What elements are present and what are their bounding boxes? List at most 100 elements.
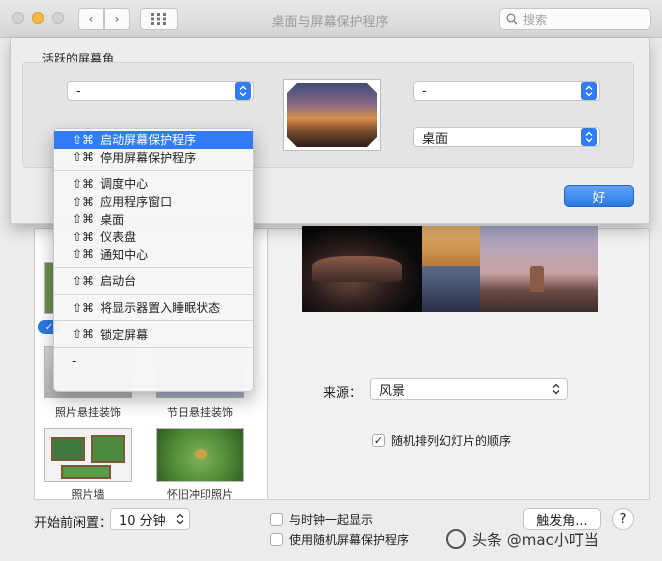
random-check-box[interactable] — [270, 533, 283, 546]
preview-butte-rock — [530, 266, 544, 292]
screensaver-preview — [302, 226, 598, 312]
bottom-right-corner-select[interactable]: 桌面 — [413, 127, 600, 147]
photo-wall-frame-a — [51, 437, 85, 461]
search-field[interactable]: 搜索 — [499, 8, 651, 30]
source-select[interactable]: 风景 — [370, 378, 568, 400]
updown-arrows-icon — [549, 381, 563, 397]
modifier-keys-icon: ⇧⌘ — [72, 132, 95, 147]
desktop-preview-thumbnail — [284, 80, 380, 150]
menu-item-label: 桌面 — [100, 212, 125, 227]
menu-item-label: - — [72, 353, 77, 368]
search-icon — [506, 13, 518, 25]
idle-time-value: 10 分钟 — [119, 513, 166, 529]
menu-item-start-screensaver[interactable]: ⇧⌘ 启动屏幕保护程序 — [54, 131, 253, 149]
chevron-right-icon: › — [114, 12, 120, 26]
menu-separator — [54, 320, 253, 322]
idle-time-select[interactable]: 10 分钟 — [110, 508, 190, 530]
menu-item-display-sleep[interactable]: ⇧⌘ 将显示器置入睡眠状态 — [54, 299, 253, 317]
menu-item-label: 仪表盘 — [100, 230, 137, 245]
screensaver-label-holiday-mobile: 节日悬挂装饰 — [167, 406, 233, 419]
updown-arrows-icon — [235, 82, 251, 100]
modifier-keys-icon: ⇧⌘ — [72, 300, 95, 315]
menu-item-application-windows[interactable]: ⇧⌘ 应用程序窗口 — [54, 193, 253, 211]
top-right-corner-select[interactable]: - — [413, 81, 600, 101]
menu-item-label: 将显示器置入睡眠状态 — [100, 301, 221, 316]
random-saver-label: 使用随机屏幕保护程序 — [289, 533, 410, 547]
photo-wall-frame-c — [61, 465, 111, 479]
menu-item-desktop[interactable]: ⇧⌘ 桌面 — [54, 210, 253, 228]
menu-item-label: 调度中心 — [100, 177, 149, 192]
screensaver-label-photo-wall: 照片墙 — [71, 488, 105, 501]
modifier-keys-icon: ⇧⌘ — [72, 176, 95, 191]
updown-arrows-icon — [581, 128, 597, 146]
menu-item-label: 启动台 — [100, 274, 137, 289]
menu-item-dashboard[interactable]: ⇧⌘ 仪表盘 — [54, 228, 253, 246]
menu-item-launchpad[interactable]: ⇧⌘ 启动台 — [54, 272, 253, 290]
modifier-keys-icon: ⇧⌘ — [72, 229, 95, 244]
chevron-left-icon: ‹ — [88, 12, 94, 26]
menu-separator — [54, 346, 253, 348]
selected-mark: ✓ — [44, 321, 54, 333]
minimize-button[interactable] — [32, 12, 44, 24]
screensaver-label-vintage-prints: 怀旧冲印照片 — [167, 488, 233, 501]
source-value: 风景 — [379, 383, 406, 399]
screensaver-label-photo-mobile: 照片悬挂装饰 — [55, 406, 121, 419]
show-with-clock-checkbox[interactable]: 与时钟一起显示 — [270, 511, 373, 528]
preview-dunes-top — [422, 226, 480, 266]
modifier-keys-icon: ⇧⌘ — [72, 273, 95, 288]
modifier-keys-icon: ⇧⌘ — [72, 194, 95, 209]
back-button[interactable]: ‹ — [78, 8, 104, 30]
screensaver-thumb-vintage-prints[interactable] — [156, 428, 244, 482]
preview-butte-image — [480, 226, 598, 312]
menu-item-label: 应用程序窗口 — [100, 195, 173, 210]
preview-dunes-bottom — [422, 266, 480, 312]
corner-marker-bottom-right-icon — [367, 137, 377, 147]
shuffle-checkbox[interactable]: ✓ 随机排列幻灯片的顺序 — [372, 432, 511, 449]
updown-arrows-icon — [581, 82, 597, 100]
preview-tufa-image — [302, 226, 422, 312]
photo-wall-frame-b — [91, 435, 125, 463]
menu-item-label: 锁定屏幕 — [100, 327, 149, 342]
top-right-corner-value: - — [422, 83, 427, 99]
preferences-window: ‹ › 桌面与屏幕保护程序 搜索 ✓ 照片悬挂装饰 节日悬挂装饰 照片墙 怀旧冲… — [0, 0, 662, 561]
menu-separator — [54, 293, 253, 295]
bottom-right-corner-value: 桌面 — [422, 131, 449, 147]
corner-marker-top-left-icon — [287, 83, 297, 93]
corner-marker-top-right-icon — [367, 83, 377, 93]
menu-item-label: 启动屏幕保护程序 — [100, 133, 197, 148]
menu-item-none[interactable]: - — [54, 352, 253, 370]
menu-item-disable-screensaver[interactable]: ⇧⌘ 停用屏幕保护程序 — [54, 149, 253, 167]
grid-icon — [151, 13, 166, 25]
shuffle-check-box[interactable]: ✓ — [372, 434, 385, 447]
zoom-button[interactable] — [52, 12, 64, 24]
watermark: 头条 @mac小叮当 — [446, 524, 656, 554]
random-saver-checkbox[interactable]: 使用随机屏幕保护程序 — [270, 531, 409, 548]
modifier-keys-icon: ⇧⌘ — [72, 212, 95, 227]
forward-button[interactable]: › — [104, 8, 130, 30]
corner-marker-bottom-left-icon — [287, 137, 297, 147]
top-left-corner-select[interactable]: - — [67, 81, 254, 101]
menu-separator — [54, 170, 253, 172]
ok-button[interactable]: 好 — [564, 185, 634, 207]
watermark-logo-icon — [446, 529, 466, 549]
menu-item-notification-center[interactable]: ⇧⌘ 通知中心 — [54, 246, 253, 264]
menu-item-mission-control[interactable]: ⇧⌘ 调度中心 — [54, 175, 253, 193]
idle-label: 开始前闲置： — [34, 516, 113, 531]
corner-action-menu: ⇧⌘ 启动屏幕保护程序 ⇧⌘ 停用屏幕保护程序 ⇧⌘ 调度中心 ⇧⌘ 应用程序窗… — [53, 128, 254, 392]
close-button[interactable] — [12, 12, 24, 24]
watermark-text: 头条 @mac小叮当 — [472, 530, 599, 549]
modifier-keys-icon: ⇧⌘ — [72, 247, 95, 262]
title-bar: ‹ › 桌面与屏幕保护程序 搜索 — [0, 0, 662, 38]
menu-item-label: 停用屏幕保护程序 — [100, 150, 197, 165]
preview-tufa-rocks — [312, 256, 402, 282]
show-with-clock-label: 与时钟一起显示 — [289, 513, 374, 527]
screensaver-thumb-photo-wall[interactable] — [44, 428, 132, 482]
window-title: 桌面与屏幕保护程序 — [271, 15, 389, 30]
show-all-button[interactable] — [140, 8, 178, 30]
menu-separator — [54, 267, 253, 269]
shuffle-label: 随机排列幻灯片的顺序 — [391, 434, 512, 448]
clock-check-box[interactable] — [270, 513, 283, 526]
menu-item-lock-screen[interactable]: ⇧⌘ 锁定屏幕 — [54, 325, 253, 343]
top-left-corner-value: - — [76, 83, 81, 99]
source-label: 来源： — [323, 386, 363, 401]
